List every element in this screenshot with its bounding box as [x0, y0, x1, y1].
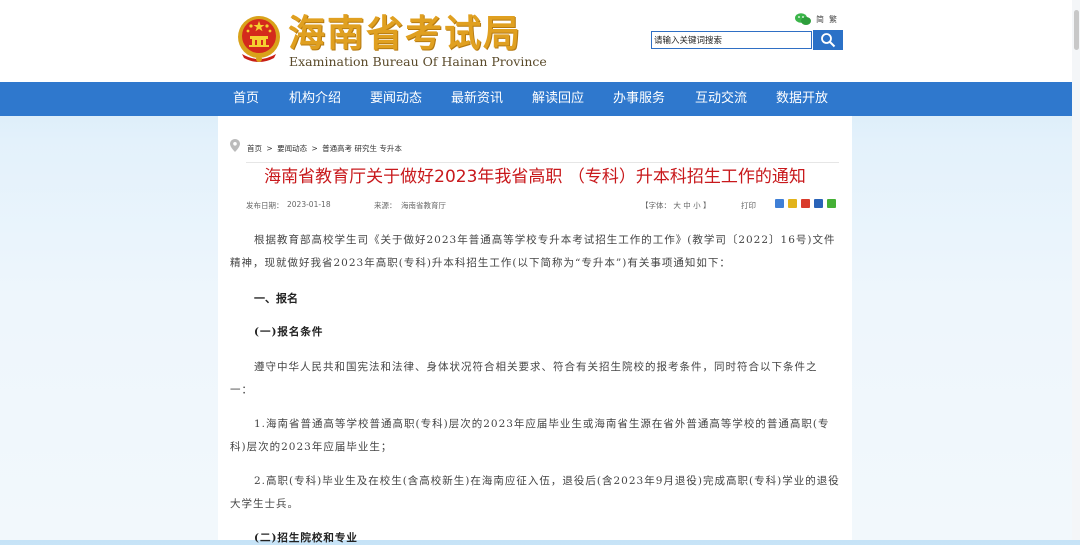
share-qzone-icon[interactable]	[788, 199, 797, 208]
nav-item-home[interactable]: 首页	[233, 82, 259, 116]
subsection-heading: (二)招生院校和专业	[254, 532, 358, 544]
publish-date: 2023-01-18	[287, 200, 331, 209]
nav-item-services[interactable]: 办事服务	[613, 82, 665, 116]
scrollbar[interactable]	[1072, 0, 1080, 540]
article-paragraph: 根据教育部高校学生司《关于做好2023年普通高等学校专升本考试招生工作的工作》(…	[230, 234, 836, 269]
subsection-heading: (一)报名条件	[254, 326, 324, 338]
article-paragraph: 1.海南省普通高等学校普通高职(专科)层次的2023年应届毕业生或海南省生源在省…	[230, 418, 830, 453]
nav-item-interpretation[interactable]: 解读回应	[532, 82, 584, 116]
scrollbar-thumb[interactable]	[1074, 10, 1079, 50]
nav-item-latest[interactable]: 最新资讯	[451, 82, 503, 116]
section-heading: 一、报名	[254, 292, 298, 305]
search-button[interactable]	[813, 30, 843, 50]
article-title: 海南省教育厅关于做好2023年我省高职 （专科）升本科招生工作的通知	[264, 167, 806, 187]
language-toggle[interactable]: 简繁	[816, 14, 842, 25]
breadcrumb: 首页 > 要闻动态 > 普通高考 研究生 专升本	[247, 143, 404, 154]
site-name-en: Examination Bureau Of Hainan Province	[289, 54, 547, 69]
source: 海南省教育厅	[401, 201, 446, 210]
article-paragraph: 遵守中华人民共和国宪法和法律、身体状况符合相关要求、符合有关招生院校的报考条件，…	[230, 361, 818, 396]
main-nav: 首页 机构介绍 要闻动态 最新资讯 解读回应 办事服务 互动交流 数据开放	[0, 82, 1080, 116]
print-link[interactable]: 打印	[741, 200, 756, 211]
national-emblem-icon	[238, 16, 280, 62]
wechat-icon[interactable]	[795, 13, 811, 26]
share-add-icon[interactable]	[775, 199, 784, 208]
nav-item-news[interactable]: 要闻动态	[370, 82, 422, 116]
article-paragraph: 2.高职(专科)毕业生及在校生(含高校新生)在海南应征入伍，退役后(含2023年…	[230, 475, 840, 510]
nav-item-open-data[interactable]: 数据开放	[776, 82, 828, 116]
search-icon	[821, 33, 836, 48]
breadcrumb-home[interactable]: 首页	[247, 144, 262, 153]
divider	[246, 162, 839, 163]
breadcrumb-category[interactable]: 普通高考 研究生 专升本	[322, 144, 402, 153]
share-wechat-icon[interactable]	[827, 199, 836, 208]
location-pin-icon	[230, 139, 240, 152]
publish-date-label: 发布日期：	[246, 201, 284, 210]
breadcrumb-separator: >	[311, 144, 318, 153]
breadcrumb-separator: >	[266, 144, 273, 153]
share-people-icon[interactable]	[814, 199, 823, 208]
breadcrumb-news[interactable]: 要闻动态	[277, 144, 307, 153]
font-size-switcher[interactable]: 【字体： 大 中 小 】	[641, 200, 711, 211]
search-input[interactable]	[651, 31, 812, 49]
share-weibo-icon[interactable]	[801, 199, 810, 208]
nav-item-interaction[interactable]: 互动交流	[695, 82, 747, 116]
site-name-cn: 海南省考试局	[288, 11, 522, 55]
nav-item-about[interactable]: 机构介绍	[289, 82, 341, 116]
site-header: 海南省考试局 Examination Bureau Of Hainan Prov…	[0, 0, 1080, 82]
source-label: 来源：	[374, 201, 397, 210]
